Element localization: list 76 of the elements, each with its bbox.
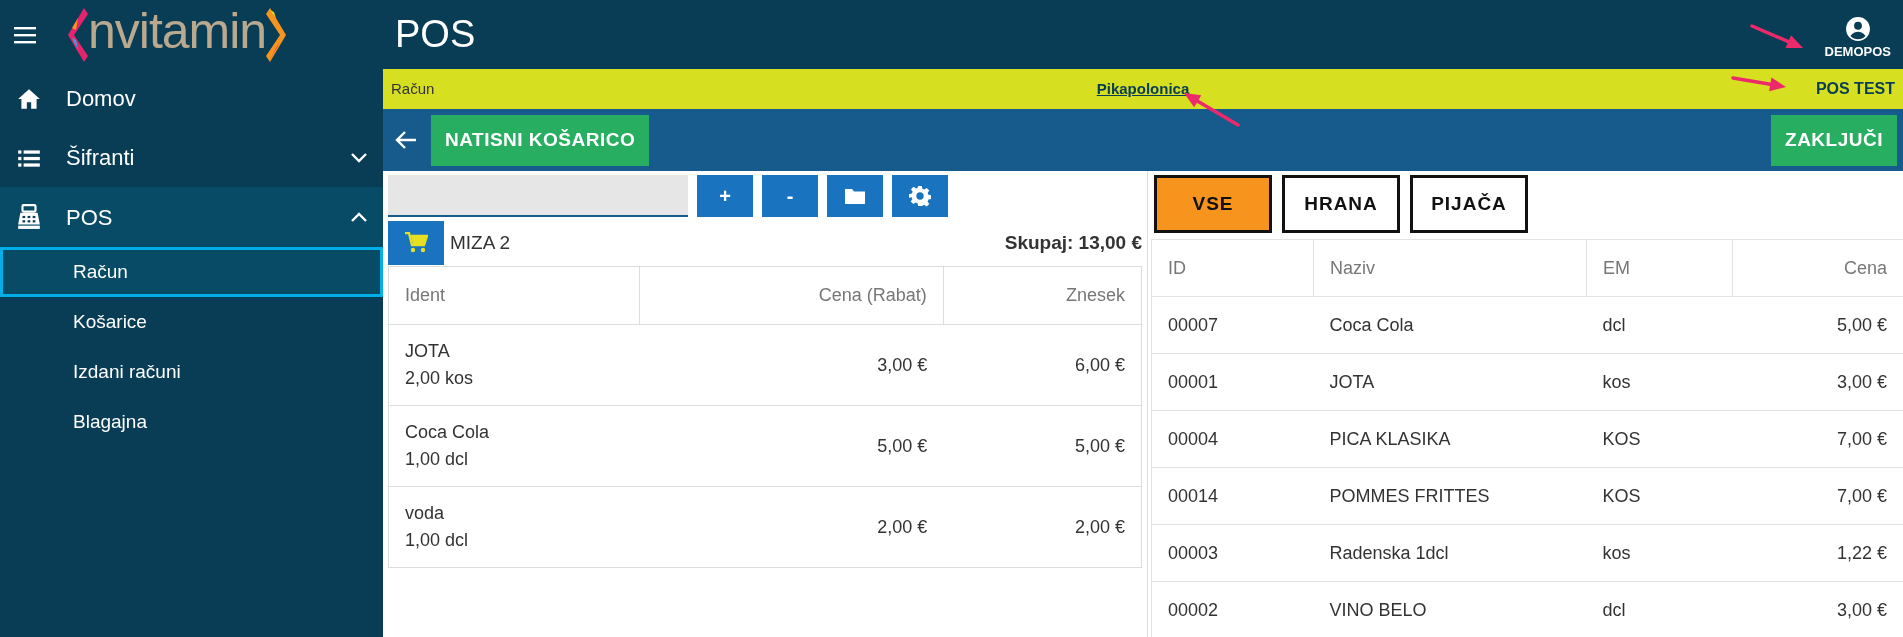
item-quantity: 1,00 dcl — [405, 529, 470, 552]
product-id: 00004 — [1151, 410, 1314, 468]
column-header: Naziv — [1313, 239, 1587, 297]
cash-register-icon — [16, 204, 42, 230]
table-name: MIZA 2 — [450, 230, 512, 255]
user-name[interactable]: DEMOPOS — [1824, 41, 1891, 62]
customer-link[interactable]: Pikapolonica — [1096, 77, 1190, 101]
column-header: Cena — [1732, 239, 1903, 297]
folder-icon — [844, 187, 866, 205]
submenu-item[interactable]: Blagajna — [0, 397, 383, 447]
item-price: 5,00 € — [639, 405, 944, 487]
search-field[interactable] — [388, 175, 688, 217]
submenu-item[interactable]: Račun — [0, 247, 383, 297]
item-name: JOTA — [405, 340, 451, 363]
nav-item[interactable]: Domov — [0, 69, 383, 128]
item-amount: 2,00 € — [943, 486, 1142, 568]
product-id: 00007 — [1151, 296, 1314, 354]
settings-icon — [909, 185, 931, 207]
product-unit: KOS — [1586, 410, 1733, 468]
product-price: 7,00 € — [1732, 410, 1903, 468]
item-amount: 5,00 € — [943, 405, 1142, 487]
cart-total: Skupaj: 13,00 € — [1004, 230, 1142, 255]
item-quantity: 1,00 dcl — [405, 448, 470, 471]
nav-item[interactable]: POS — [0, 187, 383, 247]
product-id: 00003 — [1151, 524, 1314, 582]
product-name: Coca Cola — [1313, 296, 1587, 354]
product-price: 7,00 € — [1732, 467, 1903, 525]
item-quantity: 2,00 kos — [405, 367, 475, 390]
menu-icon[interactable] — [14, 25, 36, 44]
item-price: 3,00 € — [639, 324, 944, 406]
column-header: Ident — [388, 266, 640, 325]
settings-button[interactable] — [892, 175, 948, 217]
category-tab[interactable]: VSE — [1154, 175, 1272, 233]
category-tab[interactable]: HRANA — [1282, 175, 1400, 233]
page-label: Račun — [391, 79, 435, 97]
product-name: POMMES FRITTES — [1313, 467, 1587, 525]
item-price: 2,00 € — [639, 486, 944, 568]
column-header: Znesek — [943, 266, 1142, 325]
page-title: POS — [395, 12, 476, 57]
cart-button[interactable] — [388, 221, 444, 265]
item-name: Coca Cola — [405, 421, 491, 444]
product-name: Radenska 1dcl — [1313, 524, 1587, 582]
user-icon[interactable] — [1844, 15, 1871, 42]
folder-button[interactable] — [827, 175, 883, 217]
product-unit: kos — [1586, 524, 1733, 582]
category-tab[interactable]: PIJAČA — [1410, 175, 1528, 233]
column-header: Cena (Rabat) — [639, 266, 944, 325]
product-price: 3,00 € — [1732, 353, 1903, 411]
product-id: 00001 — [1151, 353, 1314, 411]
nav-item[interactable]: Šifranti — [0, 128, 383, 187]
logo-text: nvitamin — [88, 5, 267, 61]
toolbar-button[interactable]: + — [697, 175, 753, 217]
item-amount: 6,00 € — [943, 324, 1142, 406]
product-price: 5,00 € — [1732, 296, 1903, 354]
submenu-item[interactable]: Izdani računi — [0, 347, 383, 397]
product-name: JOTA — [1313, 353, 1587, 411]
product-price: 3,00 € — [1732, 581, 1903, 637]
toolbar-button[interactable]: - — [762, 175, 818, 217]
product-unit: dcl — [1586, 581, 1733, 637]
product-id: 00002 — [1151, 581, 1314, 637]
product-unit: dcl — [1586, 296, 1733, 354]
product-name: VINO BELO — [1313, 581, 1587, 637]
item-name: voda — [405, 502, 446, 525]
product-name: PICA KLASIKA — [1313, 410, 1587, 468]
back-arrow-icon[interactable] — [395, 130, 417, 150]
product-unit: KOS — [1586, 467, 1733, 525]
chevron-down-icon — [351, 152, 367, 163]
product-id: 00014 — [1151, 467, 1314, 525]
column-header: ID — [1151, 239, 1314, 297]
product-price: 1,22 € — [1732, 524, 1903, 582]
cart-icon — [404, 232, 428, 254]
register-name: POS TEST — [1815, 80, 1895, 97]
submenu-item[interactable]: Košarice — [0, 297, 383, 347]
chevron-up-icon — [351, 212, 367, 222]
column-header: EM — [1586, 239, 1733, 297]
product-unit: kos — [1586, 353, 1733, 411]
